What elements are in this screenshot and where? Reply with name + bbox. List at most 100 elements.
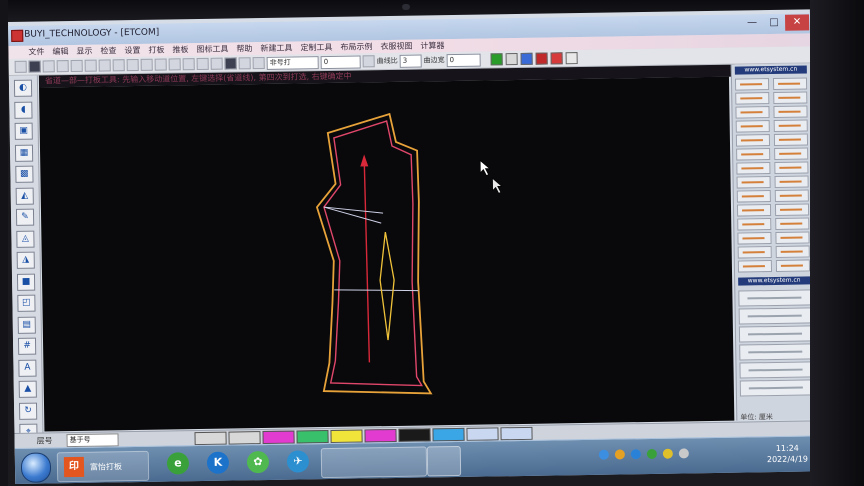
panel-tool-wide-6[interactable] [739, 379, 814, 397]
panel-tool-button[interactable] [737, 260, 773, 273]
panel-tool-button[interactable] [774, 147, 809, 160]
hash-icon[interactable]: # [17, 337, 37, 355]
panel-tool-button[interactable] [774, 203, 810, 216]
tray-icon[interactable] [662, 448, 673, 459]
menu-item[interactable]: 布局示例 [338, 40, 374, 54]
clock[interactable]: 11:24 2022/4/19 [767, 442, 808, 465]
pen-icon[interactable]: ✎ [15, 208, 35, 226]
toolbar-color-swatch[interactable] [565, 52, 578, 65]
maximize-button[interactable]: □ [763, 15, 785, 31]
panel-tool-button[interactable] [735, 120, 770, 133]
align-icon[interactable] [168, 58, 181, 71]
panel-tool-button[interactable] [735, 134, 771, 147]
toolbar-color-swatch[interactable] [520, 52, 533, 65]
layer-color-swatch[interactable] [296, 430, 329, 444]
menu-item[interactable]: 打板 [146, 44, 166, 57]
wechat-icon[interactable]: ✿ [246, 450, 270, 474]
feather-icon[interactable]: ✈ [286, 450, 310, 473]
panel-tool-button[interactable] [736, 204, 772, 217]
zoom-in-icon[interactable] [70, 59, 83, 73]
square-icon[interactable]: ■ [16, 273, 36, 291]
layer-color-swatch[interactable] [432, 427, 465, 442]
layer-color-swatch[interactable] [466, 427, 499, 441]
mirror-icon[interactable] [182, 58, 195, 71]
menu-item[interactable]: 推板 [170, 43, 190, 56]
save-icon[interactable] [28, 60, 41, 73]
panel-tool-wide-5[interactable] [739, 361, 814, 379]
layer-color-swatch[interactable] [364, 428, 397, 443]
menu-item[interactable]: 定制工具 [298, 41, 334, 55]
print-icon[interactable] [56, 60, 69, 73]
layer-color-swatch[interactable] [262, 430, 295, 445]
open-icon[interactable] [42, 60, 55, 73]
tray-icon[interactable] [630, 449, 641, 460]
panel-tool-wide-1[interactable] [738, 289, 813, 307]
undo-icon[interactable] [126, 58, 139, 72]
menu-item[interactable]: 检查 [98, 44, 118, 57]
panel-tool-button[interactable] [773, 105, 808, 118]
grid-icon[interactable] [210, 57, 223, 70]
drawing-canvas[interactable] [39, 76, 735, 432]
notch-icon[interactable]: ◰ [17, 294, 36, 312]
rectangle-icon[interactable]: ▣ [14, 122, 33, 140]
menu-item[interactable]: 帮助 [234, 42, 254, 55]
close-button[interactable]: ✕ [784, 14, 810, 31]
panel-tool-button[interactable] [737, 246, 772, 259]
panel-tool-button[interactable] [734, 78, 770, 91]
layer-color-swatch[interactable] [500, 426, 533, 441]
menu-item[interactable]: 新建工具 [258, 42, 294, 56]
rotate-icon[interactable]: ↻ [18, 402, 38, 420]
menu-item[interactable]: 计算器 [418, 39, 446, 52]
start-button[interactable] [20, 452, 52, 483]
measure-icon[interactable] [154, 58, 167, 71]
kuaiya-icon[interactable]: K [206, 451, 230, 474]
curve-width-field[interactable]: 0 [446, 53, 481, 67]
layer-color-swatch[interactable] [330, 429, 363, 443]
panel-tool-button[interactable] [735, 92, 770, 105]
toolbar-color-swatch[interactable] [550, 52, 563, 65]
color-icon[interactable] [238, 57, 251, 70]
panel-tool-button[interactable] [775, 231, 810, 244]
tray-icon[interactable] [646, 448, 657, 460]
tray-icon[interactable] [678, 448, 689, 459]
layer-color-swatch[interactable] [194, 431, 227, 446]
panel-tool-button[interactable] [774, 161, 809, 174]
fill-icon[interactable] [224, 57, 237, 70]
value-field[interactable]: 0 [320, 54, 361, 69]
panel-tool-button[interactable] [775, 259, 811, 272]
settings-icon[interactable] [252, 56, 265, 70]
panel-tool-button[interactable] [736, 148, 771, 161]
zoom-fit-icon[interactable] [98, 59, 111, 72]
angle-icon[interactable]: ◬ [16, 230, 35, 248]
menu-item[interactable]: 图标工具 [194, 43, 230, 57]
layer-color-swatch[interactable] [398, 428, 431, 442]
menu-item[interactable]: 编辑 [50, 45, 70, 58]
measure-icon[interactable]: ◭ [15, 187, 34, 205]
fill-icon[interactable]: ▩ [15, 165, 34, 183]
toolbar-color-swatch[interactable] [505, 53, 518, 66]
panel-tool-button[interactable] [774, 189, 809, 202]
menu-item[interactable]: 显示 [74, 45, 94, 58]
ruler-icon[interactable]: ▤ [17, 316, 36, 334]
layer-select[interactable]: 基于号 [66, 433, 119, 448]
redo-icon[interactable] [140, 58, 153, 71]
panel-tool-button[interactable] [737, 218, 772, 231]
layer-color-swatch[interactable] [228, 431, 261, 445]
minimize-button[interactable]: — [741, 15, 763, 31]
panel-tool-button[interactable] [773, 91, 808, 104]
panel-tool-button[interactable] [775, 217, 810, 230]
panel-tool-button[interactable] [774, 175, 809, 188]
tray-icon[interactable] [614, 449, 625, 460]
apply-icon[interactable] [362, 55, 375, 68]
menu-item[interactable]: 衣服视图 [378, 40, 414, 54]
panel-tool-button[interactable] [773, 133, 809, 146]
pointer-icon[interactable]: ◐ [13, 79, 33, 97]
tray-icon[interactable] [598, 449, 609, 460]
toolbar-color-swatch[interactable] [535, 52, 548, 65]
toolbar-color-swatch[interactable] [490, 53, 503, 66]
taskbar-app-button[interactable]: 印 富怡打板 [56, 450, 150, 483]
arc-icon[interactable]: ◖ [14, 101, 33, 119]
edge-icon[interactable]: e [166, 452, 190, 475]
panel-tool-wide-4[interactable] [739, 343, 814, 361]
layer-select[interactable]: 非号打 [266, 55, 319, 70]
